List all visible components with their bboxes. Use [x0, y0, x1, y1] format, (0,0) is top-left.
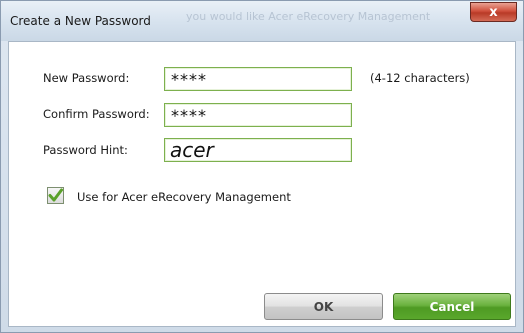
ok-button[interactable]: OK [264, 293, 383, 320]
close-button[interactable]: x [470, 2, 517, 22]
length-note: (4-12 characters) [370, 71, 470, 85]
checkmark-icon [48, 188, 63, 202]
title-bar[interactable]: you would like Acer eRecovery Management… [1, 1, 523, 41]
dialog-window: you would like Acer eRecovery Management… [0, 0, 524, 333]
new-password-label: New Password: [43, 71, 130, 85]
dialog-body: New Password: **** (4-12 characters) Con… [8, 41, 516, 327]
close-icon: x [489, 4, 498, 20]
confirm-password-value: **** [171, 105, 207, 125]
new-password-value: **** [171, 69, 207, 89]
cancel-button-label: Cancel [429, 299, 475, 314]
erecovery-option-label[interactable]: Use for Acer eRecovery Management [77, 190, 291, 204]
ok-button-label: OK [313, 299, 334, 314]
title-ghost-text: you would like Acer eRecovery Management [186, 10, 431, 23]
cancel-button[interactable]: Cancel [393, 293, 511, 320]
dialog-title: Create a New Password [10, 14, 151, 28]
confirm-password-field[interactable]: **** [164, 103, 352, 127]
password-hint-field[interactable]: acer [164, 138, 352, 162]
erecovery-checkbox[interactable] [47, 187, 64, 204]
new-password-field[interactable]: **** [164, 67, 352, 91]
password-hint-label: Password Hint: [43, 143, 128, 157]
confirm-password-label: Confirm Password: [43, 107, 150, 121]
password-hint-value: acer [170, 138, 214, 162]
